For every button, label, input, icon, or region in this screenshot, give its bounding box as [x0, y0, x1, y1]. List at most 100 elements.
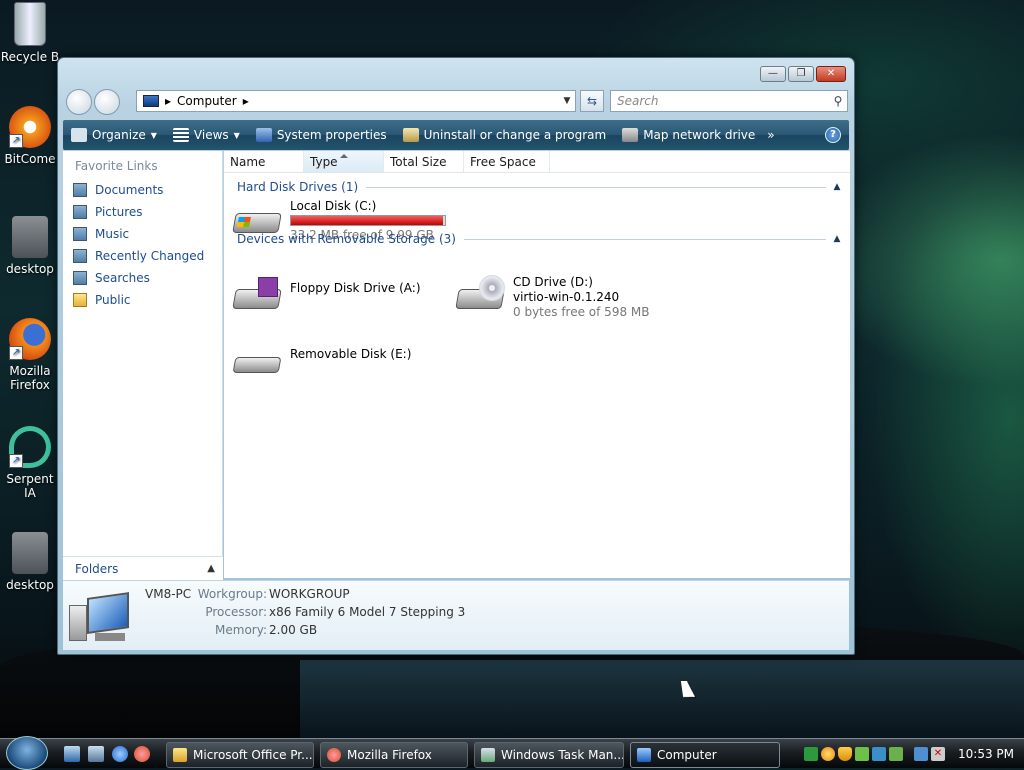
recently-changed-icon: [73, 249, 87, 263]
bitcomet-tray-icon[interactable]: [821, 747, 835, 761]
start-button[interactable]: [6, 736, 48, 770]
computer-icon: [637, 748, 651, 762]
network-drive-icon: [622, 128, 639, 142]
group-divider: [463, 238, 826, 240]
cd-drive-icon: [455, 275, 505, 315]
desktop-icon-desktop-2[interactable]: desktop: [0, 532, 60, 592]
tray-app2-icon[interactable]: [889, 747, 903, 761]
search-icon[interactable]: ⚲: [829, 94, 847, 108]
desktop-icon-recycle-bin[interactable]: Recycle B: [0, 2, 60, 64]
pictures-icon: [73, 205, 87, 219]
task-manager-icon: [481, 748, 495, 762]
firefox-icon[interactable]: [134, 746, 150, 762]
taskbar-button-computer[interactable]: Computer: [630, 742, 780, 768]
computer-icon: [143, 95, 159, 107]
nav-item-searches[interactable]: Searches: [63, 267, 222, 289]
address-bar[interactable]: ▸ Computer ▸ ▼: [136, 90, 576, 112]
uninstall-icon: [402, 128, 419, 142]
map-network-drive-button[interactable]: Map network drive: [614, 120, 763, 150]
security-shield-icon[interactable]: [838, 747, 852, 761]
desktop-icon-bitcomet[interactable]: ↗ BitCome: [0, 106, 60, 166]
chevron-down-icon: ▼: [150, 130, 157, 140]
firefox-icon: ↗: [9, 318, 51, 360]
music-icon: [73, 227, 87, 241]
serpent-icon: ↗: [9, 426, 51, 468]
forward-button[interactable]: [94, 89, 120, 115]
refresh-button[interactable]: ⇆: [580, 90, 604, 112]
show-desktop-icon[interactable]: [64, 746, 80, 762]
recycle-bin-icon: [14, 2, 46, 46]
drive-e[interactable]: Removable Disk (E:): [232, 341, 411, 381]
address-dropdown-icon[interactable]: ▼: [559, 96, 575, 106]
column-header-total-size[interactable]: Total Size: [384, 151, 464, 172]
desktop-icon-desktop-1[interactable]: desktop: [0, 216, 60, 276]
desktop-icon-serpent[interactable]: ↗ Serpent IA: [0, 426, 60, 500]
drive-d[interactable]: CD Drive (D:) virtio-win-0.1.240 0 bytes…: [455, 275, 649, 320]
collapse-icon[interactable]: ▲: [830, 182, 844, 192]
chevron-down-icon: ▼: [233, 130, 240, 140]
column-header-name[interactable]: Name: [224, 151, 304, 172]
folders-toggle[interactable]: Folders ▲: [63, 556, 223, 580]
taskbar-button-label: Mozilla Firefox: [347, 748, 432, 762]
processor-value: x86 Family 6 Model 7 Stepping 3: [269, 605, 466, 619]
folders-label: Folders: [75, 561, 119, 576]
column-header-type[interactable]: Type: [304, 151, 384, 172]
nav-item-recently-changed[interactable]: Recently Changed: [63, 245, 222, 267]
navigation-bar: ▸ Computer ▸ ▼ ⇆ Search ⚲: [66, 88, 848, 116]
column-header-free-space[interactable]: Free Space: [464, 151, 550, 172]
nav-item-label: Pictures: [95, 205, 143, 219]
search-placeholder: Search: [617, 94, 659, 108]
address-separator: ▸: [165, 94, 172, 108]
taskbar-button-office[interactable]: Microsoft Office Pr...: [166, 742, 314, 768]
internet-explorer-icon[interactable]: [112, 746, 128, 762]
system-properties-icon: [255, 128, 272, 142]
more-commands-button[interactable]: »: [763, 120, 778, 150]
firefox-icon: [327, 748, 341, 762]
desktop-icon-label: desktop: [6, 578, 54, 592]
nav-item-public[interactable]: Public: [63, 289, 222, 311]
tray-check-icon[interactable]: [855, 747, 869, 761]
volume-muted-icon[interactable]: ✕: [931, 747, 945, 761]
shortcut-arrow-icon: ↗: [9, 346, 23, 360]
drive-name: Local Disk (C:): [290, 199, 377, 213]
views-button[interactable]: Views ▼: [165, 120, 248, 150]
nav-item-pictures[interactable]: Pictures: [63, 201, 222, 223]
nav-item-music[interactable]: Music: [63, 223, 222, 245]
drive-a[interactable]: Floppy Disk Drive (A:): [232, 275, 421, 315]
maximize-button[interactable]: ❐: [788, 66, 814, 82]
group-hard-disk-drives[interactable]: Hard Disk Drives (1) ▲: [224, 176, 850, 198]
chevron-up-icon: ▲: [207, 563, 215, 574]
processor-key: Processor:: [205, 605, 267, 619]
nav-item-documents[interactable]: Documents: [63, 179, 222, 201]
pc-name: VM8-PC: [145, 587, 192, 601]
back-button[interactable]: [66, 89, 92, 115]
close-button[interactable]: ✕: [816, 66, 846, 82]
search-input[interactable]: Search ⚲: [610, 90, 848, 112]
minimize-button[interactable]: —: [760, 66, 786, 82]
desktop-icon-label: desktop: [6, 262, 54, 276]
computer-icon: [69, 592, 129, 643]
switch-windows-icon[interactable]: [88, 746, 104, 762]
desktop-icon-firefox[interactable]: ↗ Mozilla Firefox: [0, 318, 60, 392]
organize-icon: [71, 128, 87, 142]
details-pane: VM8-PC Workgroup: WORKGROUP Processor: x…: [63, 580, 849, 650]
mouse-cursor: [680, 681, 696, 697]
help-button[interactable]: ?: [825, 127, 841, 143]
group-removable-storage[interactable]: Devices with Removable Storage (3) ▲: [224, 228, 850, 250]
system-properties-button[interactable]: System properties: [248, 120, 395, 150]
system-properties-label: System properties: [276, 128, 387, 142]
taskbar-button-task-manager[interactable]: Windows Task Man...: [474, 742, 624, 768]
organize-button[interactable]: Organize ▼: [63, 120, 165, 150]
address-separator[interactable]: ▸: [243, 94, 249, 108]
window-controls: — ❐ ✕: [760, 66, 846, 82]
views-label: Views: [193, 128, 229, 142]
tray-sync-icon[interactable]: [872, 747, 886, 761]
clock[interactable]: 10:53 PM: [958, 747, 1014, 761]
documents-icon: [73, 183, 87, 197]
collapse-icon[interactable]: ▲: [830, 234, 844, 244]
taskbar-button-firefox[interactable]: Mozilla Firefox: [320, 742, 468, 768]
address-path[interactable]: Computer: [177, 94, 237, 108]
uninstall-button[interactable]: Uninstall or change a program: [395, 120, 615, 150]
network-icon[interactable]: [914, 747, 928, 761]
tray-app-icon[interactable]: [804, 747, 818, 761]
